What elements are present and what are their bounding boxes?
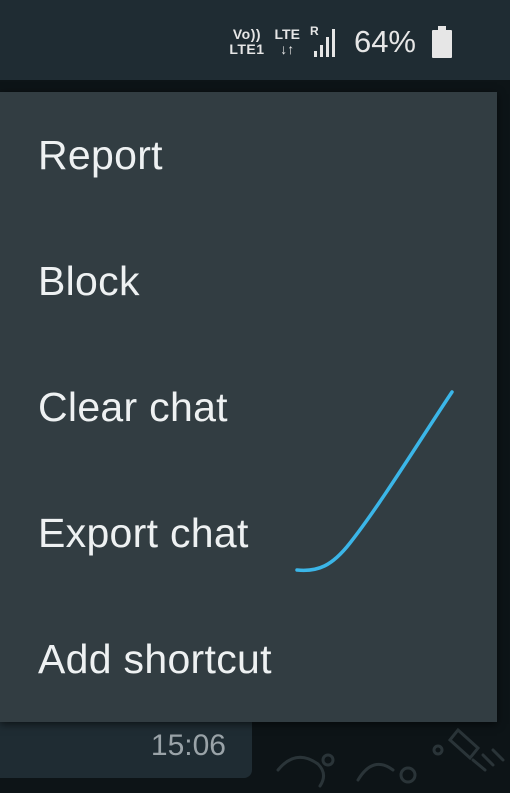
lte-label: LTE — [274, 26, 300, 42]
menu-item-label: Export chat — [38, 509, 249, 556]
menu-item-label: Clear chat — [38, 383, 228, 430]
menu-item-label: Report — [38, 131, 163, 178]
volte-lte-label: LTE1 — [229, 41, 265, 57]
menu-item-report[interactable]: Report — [0, 92, 497, 218]
overflow-menu: Report Block Clear chat Export chat Add … — [0, 92, 497, 722]
signal-bar — [319, 45, 323, 57]
signal-strength-icon: R — [310, 25, 340, 59]
chat-wallpaper-doodle — [276, 727, 505, 788]
roaming-indicator: R — [309, 24, 319, 38]
menu-item-add-shortcut[interactable]: Add shortcut — [0, 596, 497, 722]
lte-data-icon: LTE ↓↑ — [275, 27, 300, 57]
battery-body — [432, 30, 452, 58]
status-bar: Vo)) LTE1 LTE ↓↑ R 64% — [0, 0, 510, 80]
screen: 15:06 Vo)) LTE1 LTE ↓↑ R 64% Report Bloc… — [0, 0, 510, 793]
menu-item-label: Add shortcut — [38, 635, 272, 682]
volte-label: Vo)) — [232, 26, 262, 42]
message-bubble[interactable]: 15:06 — [0, 714, 252, 778]
menu-item-export-chat[interactable]: Export chat — [0, 470, 497, 596]
signal-bar — [325, 37, 329, 57]
status-icons: Vo)) LTE1 LTE ↓↑ R 64% — [229, 22, 452, 62]
signal-bar — [331, 29, 335, 57]
menu-item-clear-chat[interactable]: Clear chat — [0, 344, 497, 470]
menu-item-label: Block — [38, 257, 140, 304]
message-time: 15:06 — [150, 729, 226, 762]
battery-icon — [432, 26, 452, 58]
menu-item-block[interactable]: Block — [0, 218, 497, 344]
signal-bar — [313, 51, 317, 57]
data-arrows-icon: ↓↑ — [280, 41, 295, 57]
battery-percent: 64% — [353, 24, 416, 59]
volte-icon: Vo)) LTE1 — [229, 27, 264, 57]
